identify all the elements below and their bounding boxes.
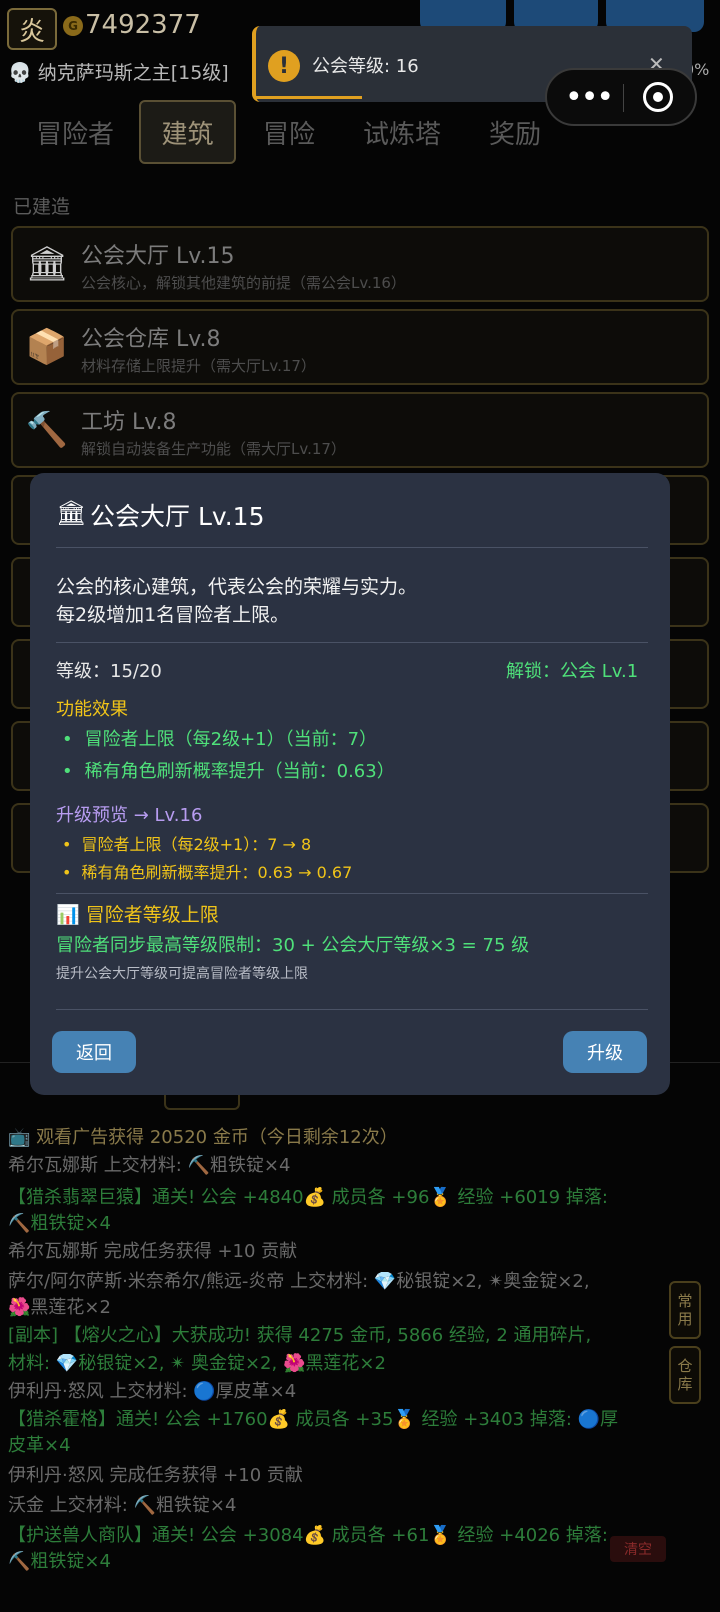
toast-timer-bar xyxy=(256,96,362,99)
log-line: 伊利丹·怒风 上交材料: 🔵厚皮革×4 xyxy=(8,1381,297,1402)
modal-title: 公会大厅 Lv.15 xyxy=(90,502,265,531)
log-line: ⛏️粗铁锭×4 xyxy=(8,1551,111,1572)
log-line: 材料: 💎秘银锭×2, ✴ 奥金锭×2, 🌺黑莲花×2 xyxy=(8,1353,386,1374)
log-line: 沃金 上交材料: ⛏️粗铁锭×4 xyxy=(8,1495,237,1516)
hammer-icon: 🔨 xyxy=(25,410,69,450)
tab-buildings[interactable]: 建筑 xyxy=(139,100,236,164)
warning-icon: ! xyxy=(268,50,300,82)
exit-target-icon[interactable] xyxy=(643,82,673,112)
building-detail-modal: 🏛 公会大厅 Lv.15 公会的核心建筑，代表公会的荣耀与实力。 每2级增加1名… xyxy=(30,473,670,1095)
level-text: 等级：15/20 xyxy=(56,661,162,682)
divider xyxy=(56,547,648,548)
toast-message: 公会等级: 16 xyxy=(312,56,419,77)
divider xyxy=(56,642,648,643)
capsule-divider xyxy=(623,84,624,112)
hall-icon: 🏛 xyxy=(56,499,87,527)
log-line: 希尔瓦娜斯 上交材料: ⛏️粗铁锭×4 xyxy=(8,1155,291,1176)
clear-log-button[interactable]: 清空 xyxy=(610,1536,666,1562)
back-button[interactable]: 返回 xyxy=(52,1031,136,1073)
effect-item: • 稀有角色刷新概率提升（当前：0.63） xyxy=(62,761,395,782)
building-desc: 解锁自动装备生产功能（需大厅Lv.17） xyxy=(81,440,346,458)
building-desc: 公会核心，解锁其他建筑的前提（需公会Lv.16） xyxy=(81,274,406,292)
building-card-workshop[interactable]: 🔨 工坊 Lv.8 解锁自动装备生产功能（需大厅Lv.17） xyxy=(11,392,709,468)
divider xyxy=(56,1009,648,1010)
unlock-text: 解锁：公会 Lv.1 xyxy=(506,661,639,682)
building-card-warehouse[interactable]: 📦 公会仓库 Lv.8 材料存储上限提升（需大厅Lv.17） xyxy=(11,309,709,385)
chart-icon: 📊 xyxy=(56,904,80,926)
log-line: ⛏️粗铁锭×4 xyxy=(8,1213,111,1234)
effects-heading: 功能效果 xyxy=(56,699,128,720)
modal-desc-line1: 公会的核心建筑，代表公会的荣耀与实力。 xyxy=(56,576,418,598)
built-section-label: 已建造 xyxy=(13,196,71,218)
log-line: 希尔瓦娜斯 完成任务获得 +10 贡献 xyxy=(8,1241,298,1262)
building-desc: 材料存储上限提升（需大厅Lv.17） xyxy=(81,357,316,375)
tab-adventurers[interactable]: 冒险者 xyxy=(20,100,130,164)
log-line: 【猎杀翡翠巨猿】通关! 公会 +4840💰 成员各 +96🏅 经验 +6019 … xyxy=(8,1187,608,1208)
building-title: 工坊 Lv.8 xyxy=(81,410,177,435)
upgrade-item: • 冒险者上限（每2级+1）：7 → 8 xyxy=(62,835,312,854)
upgrade-preview-heading: 升级预览 → Lv.16 xyxy=(56,805,203,826)
upgrade-item: • 稀有角色刷新概率提升：0.63 → 0.67 xyxy=(62,863,353,882)
level-cap-heading: 📊 冒险者等级上限 xyxy=(56,904,219,926)
building-card-hall[interactable]: 🏛 公会大厅 Lv.15 公会核心，解锁其他建筑的前提（需公会Lv.16） xyxy=(11,226,709,302)
upgrade-button[interactable]: 升级 xyxy=(563,1031,647,1073)
gold-coin-icon: G xyxy=(63,16,83,36)
log-line: 📺 观看广告获得 20520 金币（今日剩余12次） xyxy=(8,1127,398,1148)
tab-adventure[interactable]: 冒险 xyxy=(244,100,334,164)
common-button[interactable]: 常用 xyxy=(669,1281,701,1339)
building-title: 公会仓库 Lv.8 xyxy=(81,327,221,352)
modal-desc-line2: 每2级增加1名冒险者上限。 xyxy=(56,604,290,626)
building-title: 公会大厅 Lv.15 xyxy=(81,244,235,269)
more-icon[interactable]: ••• xyxy=(565,80,614,115)
level-cap-formula: 冒险者同步最高等级限制：30 + 公会大厅等级×3 = 75 级 xyxy=(56,935,530,956)
player-title: 💀 纳克萨玛斯之主[15级] xyxy=(8,62,229,84)
guild-badge[interactable]: 炎 xyxy=(7,8,57,50)
tab-rewards[interactable]: 奖励 xyxy=(470,100,560,164)
warehouse-button[interactable]: 仓库 xyxy=(669,1346,701,1404)
hall-icon: 🏛 xyxy=(25,244,69,284)
box-icon: 📦 xyxy=(25,327,69,367)
miniprogram-capsule: ••• xyxy=(545,68,697,126)
log-line: 【猎杀霍格】通关! 公会 +1760💰 成员各 +35🏅 经验 +3403 掉落… xyxy=(8,1409,619,1430)
log-line: 皮革×4 xyxy=(8,1435,71,1456)
effect-item: • 冒险者上限（每2级+1）（当前：7） xyxy=(62,729,378,750)
log-line: 【护送兽人商队】通关! 公会 +3084💰 成员各 +61🏅 经验 +4026 … xyxy=(8,1525,608,1546)
log-line: 伊利丹·怒风 完成任务获得 +10 贡献 xyxy=(8,1465,303,1486)
log-line: 🌺黑莲花×2 xyxy=(8,1297,111,1318)
log-line: [副本] 【熔火之心】大获成功! 获得 4275 金币, 5866 经验, 2 … xyxy=(8,1325,592,1346)
level-cap-hint: 提升公会大厅等级可提高冒险者等级上限 xyxy=(56,966,308,982)
divider xyxy=(56,893,648,894)
tab-trial-tower[interactable]: 试炼塔 xyxy=(342,100,462,164)
log-line: 萨尔/阿尔萨斯·米奈希尔/熊远-炎帝 上交材料: 💎秘银锭×2, ✴奥金锭×2, xyxy=(8,1271,590,1292)
gold-amount: 7492377 xyxy=(85,10,201,40)
